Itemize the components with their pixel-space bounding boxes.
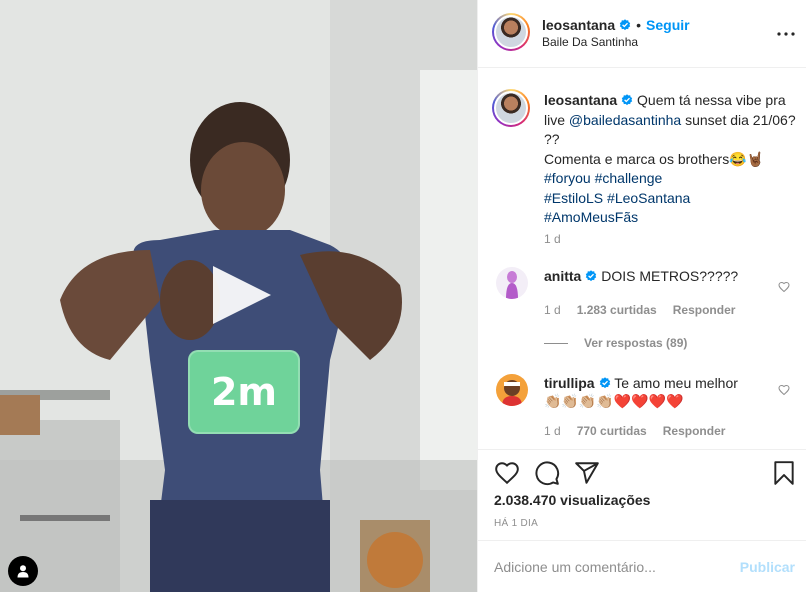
- location-link[interactable]: Baile Da Santinha: [542, 35, 638, 49]
- comment-body: DOIS METROS?????: [597, 268, 739, 284]
- comment-meta: 1 d 770 curtidas Responder: [544, 424, 741, 438]
- comment-body-line-2: 👏🏼👏🏼👏🏼👏🏼❤️❤️❤️❤️: [544, 393, 684, 409]
- caption-timestamp[interactable]: 1 d: [544, 232, 561, 246]
- heart-icon[interactable]: [778, 281, 790, 293]
- heart-icon[interactable]: [494, 460, 520, 486]
- comment-timestamp[interactable]: 1 d: [544, 424, 561, 438]
- comment-timestamp[interactable]: 1 d: [544, 303, 561, 317]
- add-comment-bar: Publicar: [478, 540, 806, 592]
- comments-section[interactable]: leosantana Quem tá nessa vibe pra live @…: [478, 69, 806, 449]
- sticker-label: 2m: [210, 370, 278, 414]
- commenter-avatar[interactable]: [496, 374, 528, 406]
- author-avatar[interactable]: [492, 13, 530, 51]
- separator-dot: •: [636, 17, 642, 33]
- verified-badge-icon: [619, 19, 631, 31]
- user-tag-button[interactable]: [8, 556, 38, 586]
- comment-body: Te amo meu melhor: [610, 375, 738, 391]
- view-replies-button[interactable]: Ver respostas (89): [544, 336, 687, 350]
- post-video[interactable]: 2m: [0, 0, 477, 592]
- post-timestamp[interactable]: há 1 dia: [494, 518, 538, 529]
- play-button[interactable]: [207, 262, 275, 328]
- comment-text: tirullipa Te amo meu melhor 👏🏼👏🏼👏🏼👏🏼❤️❤️…: [544, 374, 764, 410]
- mention-link[interactable]: @bailedasantinha: [569, 112, 681, 128]
- follow-button[interactable]: Seguir: [646, 17, 690, 33]
- verified-badge-icon: [621, 94, 633, 106]
- reply-button[interactable]: Responder: [673, 303, 736, 317]
- share-icon[interactable]: [574, 460, 600, 486]
- more-options-button[interactable]: [776, 24, 796, 44]
- post-header: leosantana • Seguir Baile Da Santinha: [478, 0, 806, 68]
- comment-icon[interactable]: [534, 460, 560, 486]
- comment-likes[interactable]: 770 curtidas: [577, 424, 647, 438]
- verified-badge-icon: [599, 377, 610, 389]
- caption-author-avatar[interactable]: [492, 89, 530, 127]
- heart-icon[interactable]: [778, 384, 790, 396]
- video-sticker: 2m: [188, 350, 300, 434]
- post-details-panel: leosantana • Seguir Baile Da Santinha le…: [477, 0, 806, 592]
- caption-username[interactable]: leosantana: [544, 92, 617, 108]
- comment-meta: 1 d 1.283 curtidas Responder: [544, 303, 751, 317]
- replies-divider: [544, 342, 568, 344]
- verified-badge-icon: [586, 270, 597, 282]
- comment-input[interactable]: [494, 555, 724, 579]
- view-count[interactable]: 2.038.470 visualizações: [494, 492, 650, 508]
- user-tag-icon: [17, 565, 29, 578]
- reply-button[interactable]: Responder: [663, 424, 726, 438]
- bookmark-icon[interactable]: [771, 460, 797, 486]
- caption-text: leosantana Quem tá nessa vibe pra live @…: [544, 91, 804, 228]
- comment-likes[interactable]: 1.283 curtidas: [577, 303, 657, 317]
- hashtags-line-3[interactable]: #AmoMeusFãs: [544, 209, 638, 225]
- commenter-avatar[interactable]: [496, 267, 528, 299]
- header-author-row: leosantana • Seguir: [542, 17, 690, 33]
- action-bar: [478, 449, 806, 493]
- hashtags-line-1[interactable]: #foryou #challenge: [544, 170, 662, 186]
- play-icon: [213, 266, 271, 324]
- view-replies-label: Ver respostas (89): [584, 336, 688, 350]
- publish-button[interactable]: Publicar: [740, 559, 795, 575]
- commenter-username[interactable]: tirullipa: [544, 375, 595, 391]
- comment-text: anitta DOIS METROS?????: [544, 267, 764, 285]
- hashtags-line-2[interactable]: #EstiloLS #LeoSantana: [544, 190, 690, 206]
- caption-line-3: Comenta e marca os brothers😂🤘🏾: [544, 150, 765, 167]
- commenter-username[interactable]: anitta: [544, 268, 581, 284]
- author-username[interactable]: leosantana: [542, 17, 615, 33]
- more-options-icon: [777, 32, 795, 36]
